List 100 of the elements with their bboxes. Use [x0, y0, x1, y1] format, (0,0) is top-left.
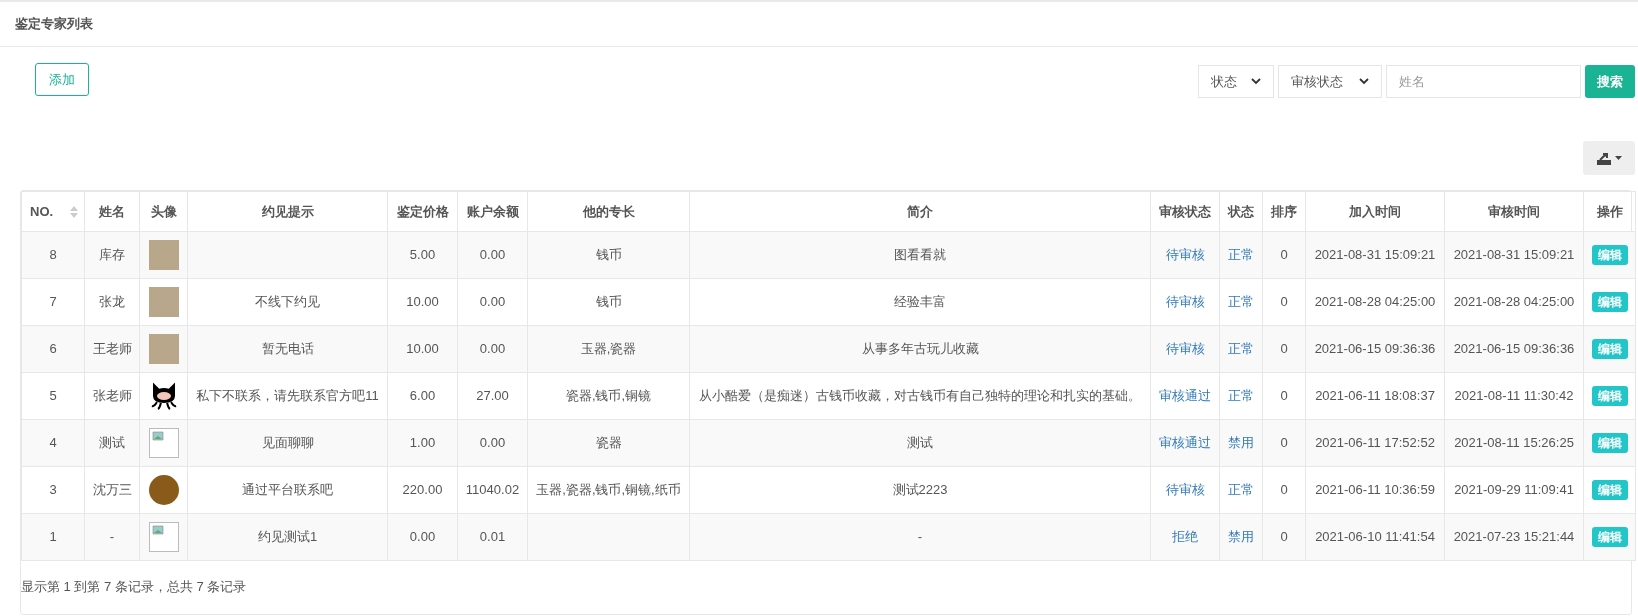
table-cell: 瓷器,钱币,铜镜 — [527, 372, 690, 420]
status-link[interactable]: 正常 — [1228, 482, 1254, 498]
photo-placeholder — [148, 475, 179, 505]
table-cell: 不线下约见 — [187, 278, 388, 326]
table-cell: 玉器,瓷器 — [527, 325, 690, 373]
review-status-link[interactable]: 拒绝 — [1172, 529, 1198, 545]
table-cell: 0.00 — [457, 231, 528, 279]
table-cell: 玉器,瓷器,钱币,铜镜,纸币 — [527, 466, 690, 514]
column-header: 排序 — [1262, 191, 1306, 232]
table-cell: 2021-08-11 15:26:25 — [1444, 419, 1584, 467]
chevron-down-icon — [1251, 78, 1261, 85]
table-cell: 0.00 — [457, 325, 528, 373]
export-button[interactable] — [1583, 141, 1635, 175]
table-cell: 2021-08-11 11:30:42 — [1444, 372, 1584, 420]
review-status-link[interactable]: 待审核 — [1165, 247, 1205, 263]
table-cell: 8 — [21, 231, 85, 279]
table-cell: 11040.02 — [457, 466, 528, 514]
table-cell: 0 — [1262, 372, 1306, 420]
export-icon — [1596, 151, 1611, 165]
column-header: 头像 — [139, 191, 188, 232]
table-cell: 从小酷爱（是痴迷）古钱币收藏，对古钱币有自己独特的理论和扎实的基础。 — [689, 372, 1151, 420]
column-header: 约见提示 — [187, 191, 388, 232]
table-cell: 钱币 — [527, 231, 690, 279]
table-cell: 2021-06-15 09:36:36 — [1444, 325, 1584, 373]
column-header: 账户余额 — [457, 191, 528, 232]
photo-placeholder — [148, 287, 179, 317]
table-cell: 库存 — [84, 231, 140, 279]
table-cell: 沈万三 — [84, 466, 140, 514]
table-cell: 0.00 — [457, 278, 528, 326]
table-cell: 0.00 — [457, 419, 528, 467]
status-link[interactable]: 正常 — [1228, 294, 1254, 310]
table-cell: 2021-09-29 11:09:41 — [1444, 466, 1584, 514]
chevron-down-icon — [1359, 78, 1369, 85]
column-header: 审核时间 — [1444, 191, 1584, 232]
table-cell: 2021-06-11 17:52:52 — [1305, 419, 1445, 467]
table-cell: 1 — [21, 513, 85, 561]
table-cell: 通过平台联系吧 — [187, 466, 388, 514]
column-header: 他的专长 — [527, 191, 690, 232]
table-cell: 2021-08-31 15:09:21 — [1305, 231, 1445, 279]
add-button[interactable]: 添加 — [35, 63, 89, 96]
search-button[interactable]: 搜索 — [1585, 65, 1635, 98]
table-cell: 10.00 — [387, 325, 458, 373]
table-cell: 0 — [1262, 466, 1306, 514]
status-link[interactable]: 禁用 — [1228, 529, 1254, 545]
table-cell: 5.00 — [387, 231, 458, 279]
table-cell: 10.00 — [387, 278, 458, 326]
column-header: 操作 — [1583, 191, 1636, 232]
status-link[interactable]: 正常 — [1228, 247, 1254, 263]
status-link[interactable]: 正常 — [1228, 341, 1254, 357]
table-cell: 3 — [21, 466, 85, 514]
table-cell: 0 — [1262, 513, 1306, 561]
table-cell: 220.00 — [387, 466, 458, 514]
table-cell: 2021-08-31 15:09:21 — [1444, 231, 1584, 279]
review-status-link[interactable]: 待审核 — [1165, 482, 1205, 498]
table-cell: 2021-08-28 04:25:00 — [1305, 278, 1445, 326]
table-cell: 见面聊聊 — [187, 419, 388, 467]
status-link[interactable]: 正常 — [1228, 388, 1254, 404]
table-cell: 1.00 — [387, 419, 458, 467]
table-cell: 2021-06-10 11:41:54 — [1305, 513, 1445, 561]
name-input-field[interactable]: 姓名 — [1386, 65, 1581, 98]
table-cell: 从事多年古玩儿收藏 — [689, 325, 1151, 373]
table-cell: 私下不联系，请先联系官方吧11 — [187, 372, 388, 420]
table-cell: 测试 — [84, 419, 140, 467]
table-cell: 6 — [21, 325, 85, 373]
table-cell: 2021-06-11 18:08:37 — [1305, 372, 1445, 420]
caret-icon — [1614, 156, 1622, 160]
table-cell: 2021-06-11 10:36:59 — [1305, 466, 1445, 514]
column-header: 简介 — [689, 191, 1151, 232]
panel-title: 鉴定专家列表 — [15, 15, 93, 34]
table-cell: 0 — [1262, 419, 1306, 467]
column-header[interactable]: NO. — [21, 191, 85, 232]
broken-image-icon — [148, 428, 179, 458]
table-cell: 7 — [21, 278, 85, 326]
table-cell: 6.00 — [387, 372, 458, 420]
photo-placeholder — [148, 240, 179, 270]
table-cell: 张老师 — [84, 372, 140, 420]
table-cell: 0 — [1262, 325, 1306, 373]
review-status-link[interactable]: 待审核 — [1165, 341, 1205, 357]
status-select[interactable]: 状态 — [1198, 65, 1274, 98]
table-cell: - — [689, 513, 1151, 561]
table-cell: 暂无电话 — [187, 325, 388, 373]
table-cell: 5 — [21, 372, 85, 420]
column-header: 加入时间 — [1305, 191, 1445, 232]
column-header: 鉴定价格 — [387, 191, 458, 232]
table-cell: 王老师 — [84, 325, 140, 373]
table-cell: 4 — [21, 419, 85, 467]
sort-icon — [70, 206, 78, 218]
pagination-info: 显示第 1 到第 7 条记录，总共 7 条记录 — [21, 579, 247, 594]
table-cell: 测试2223 — [689, 466, 1151, 514]
table-cell: 测试 — [689, 419, 1151, 467]
status-link[interactable]: 禁用 — [1228, 435, 1254, 451]
review-status-link[interactable]: 待审核 — [1165, 294, 1205, 310]
table-cell: 0.00 — [387, 513, 458, 561]
review-status-select[interactable]: 审核状态 — [1278, 65, 1382, 98]
table-cell: 图看看就 — [689, 231, 1151, 279]
table-cell: 张龙 — [84, 278, 140, 326]
table-cell: 0.01 — [457, 513, 528, 561]
column-header: 状态 — [1219, 191, 1263, 232]
table-cell: 0 — [1262, 231, 1306, 279]
table-cell: 0 — [1262, 278, 1306, 326]
